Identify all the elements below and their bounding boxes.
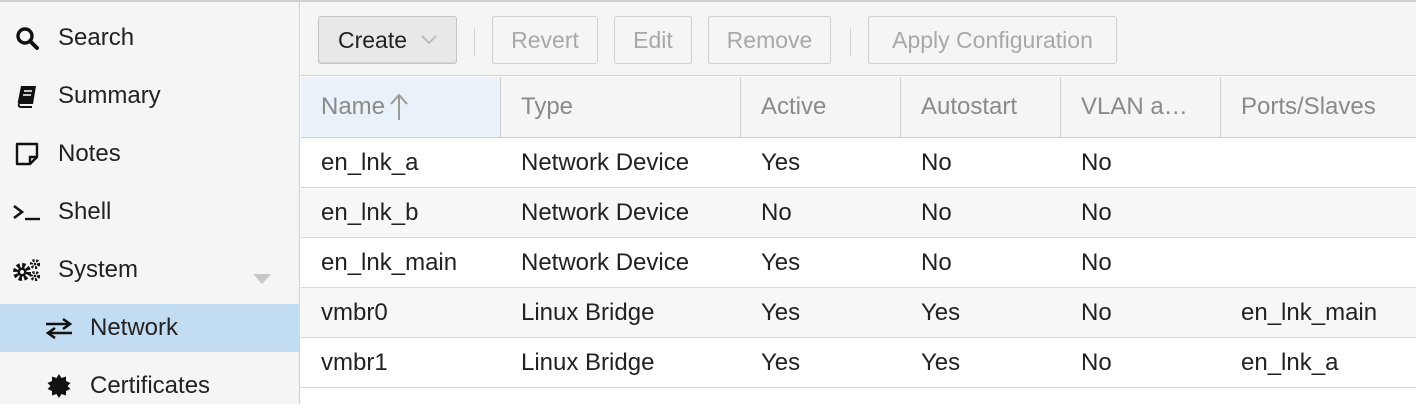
column-header-type[interactable]: Type — [501, 77, 741, 137]
column-header-name[interactable]: Name — [301, 77, 501, 137]
exchange-icon — [44, 314, 74, 342]
cell-autostart: Yes — [921, 349, 961, 376]
sidebar-item-summary[interactable]: Summary — [0, 72, 300, 120]
app-frame: Search Summary Notes Shell System Networ… — [0, 0, 1416, 404]
remove-button[interactable]: Remove — [708, 16, 831, 64]
cell-active: Yes — [761, 349, 801, 376]
cell-vlan-aware: No — [1081, 349, 1112, 376]
cell-vlan-aware: No — [1081, 199, 1112, 226]
create-button-label: Create — [337, 26, 408, 53]
cell-name: en_lnk_main — [321, 249, 458, 276]
table-row[interactable]: vmbr1 Linux Bridge Yes Yes No en_lnk_a — [301, 338, 1416, 388]
sidebar-item-system[interactable]: System — [0, 246, 300, 294]
book-icon — [12, 82, 42, 110]
table-row[interactable]: vmbr0 Linux Bridge Yes Yes No en_lnk_mai… — [301, 288, 1416, 338]
cell-autostart: No — [921, 149, 952, 176]
sidebar-item-label: Notes — [58, 140, 121, 167]
cell-autostart: Yes — [921, 299, 961, 326]
terminal-icon — [12, 198, 42, 226]
cell-ports-slaves — [1221, 238, 1241, 288]
sidebar-item-label: Search — [58, 24, 135, 51]
column-header-autostart[interactable]: Autostart — [901, 77, 1061, 137]
sidebar-item-label: Certificates — [90, 372, 211, 399]
sort-ascending-icon — [389, 92, 409, 122]
cell-active: Yes — [761, 299, 801, 326]
sidebar-item-label: Shell — [58, 198, 112, 225]
sidebar-item-certificates[interactable]: Certificates — [0, 362, 300, 404]
cell-ports-slaves — [1221, 188, 1241, 238]
revert-button[interactable]: Revert — [492, 16, 598, 64]
note-icon — [12, 140, 42, 168]
edit-button[interactable]: Edit — [614, 16, 692, 64]
cell-type: Network Device — [521, 249, 690, 276]
cell-active: Yes — [761, 249, 801, 276]
cell-vlan-aware: No — [1081, 299, 1112, 326]
toolbar-separator — [850, 28, 851, 56]
cell-active: Yes — [761, 149, 801, 176]
chevron-down-icon[interactable] — [252, 264, 272, 292]
cell-vlan-aware: No — [1081, 149, 1112, 176]
cell-type: Linux Bridge — [521, 349, 655, 376]
sidebar-item-shell[interactable]: Shell — [0, 188, 300, 236]
cell-type: Linux Bridge — [521, 299, 655, 326]
cell-type: Network Device — [521, 149, 690, 176]
cell-name: vmbr0 — [321, 299, 388, 326]
cell-name: vmbr1 — [321, 349, 388, 376]
cell-ports-slaves — [1221, 138, 1241, 188]
create-button[interactable]: Create — [318, 16, 457, 64]
gears-icon — [12, 256, 42, 284]
cell-ports-slaves: en_lnk_a — [1241, 349, 1339, 376]
chevron-down-icon — [421, 35, 437, 45]
column-header-active[interactable]: Active — [741, 77, 901, 137]
cell-autostart: No — [921, 249, 952, 276]
sidebar-item-label: Network — [90, 314, 179, 341]
cell-ports-slaves: en_lnk_main — [1241, 299, 1378, 326]
cell-name: en_lnk_b — [321, 199, 419, 226]
certificate-icon — [44, 372, 74, 400]
column-header-ports-slaves[interactable]: Ports/Slaves — [1221, 77, 1416, 137]
sidebar-item-network[interactable]: Network — [0, 304, 300, 352]
column-header-vlan-aware[interactable]: VLAN a… — [1061, 77, 1221, 137]
cell-autostart: No — [921, 199, 952, 226]
apply-configuration-button[interactable]: Apply Configuration — [868, 16, 1117, 64]
sidebar-item-notes[interactable]: Notes — [0, 130, 300, 178]
table-row[interactable]: en_lnk_main Network Device Yes No No — [301, 238, 1416, 288]
main-panel: Create Revert Edit Remove Apply Configur… — [301, 2, 1416, 404]
table-row[interactable]: en_lnk_a Network Device Yes No No — [301, 138, 1416, 188]
sidebar-item-label: System — [58, 256, 139, 283]
cell-active: No — [761, 199, 792, 226]
search-icon — [12, 24, 42, 52]
sidebar-item-label: Summary — [58, 82, 161, 109]
table-header: Name Type Active Autostart VLAN a… Ports… — [301, 77, 1416, 138]
cell-vlan-aware: No — [1081, 249, 1112, 276]
sidebar-item-search[interactable]: Search — [0, 14, 300, 62]
toolbar-separator — [474, 28, 475, 56]
table-row[interactable]: en_lnk_b Network Device No No No — [301, 188, 1416, 238]
cell-name: en_lnk_a — [321, 149, 419, 176]
column-header-label: Name — [321, 93, 386, 120]
sidebar: Search Summary Notes Shell System Networ… — [0, 2, 300, 404]
cell-type: Network Device — [521, 199, 690, 226]
toolbar: Create Revert Edit Remove Apply Configur… — [301, 2, 1416, 76]
